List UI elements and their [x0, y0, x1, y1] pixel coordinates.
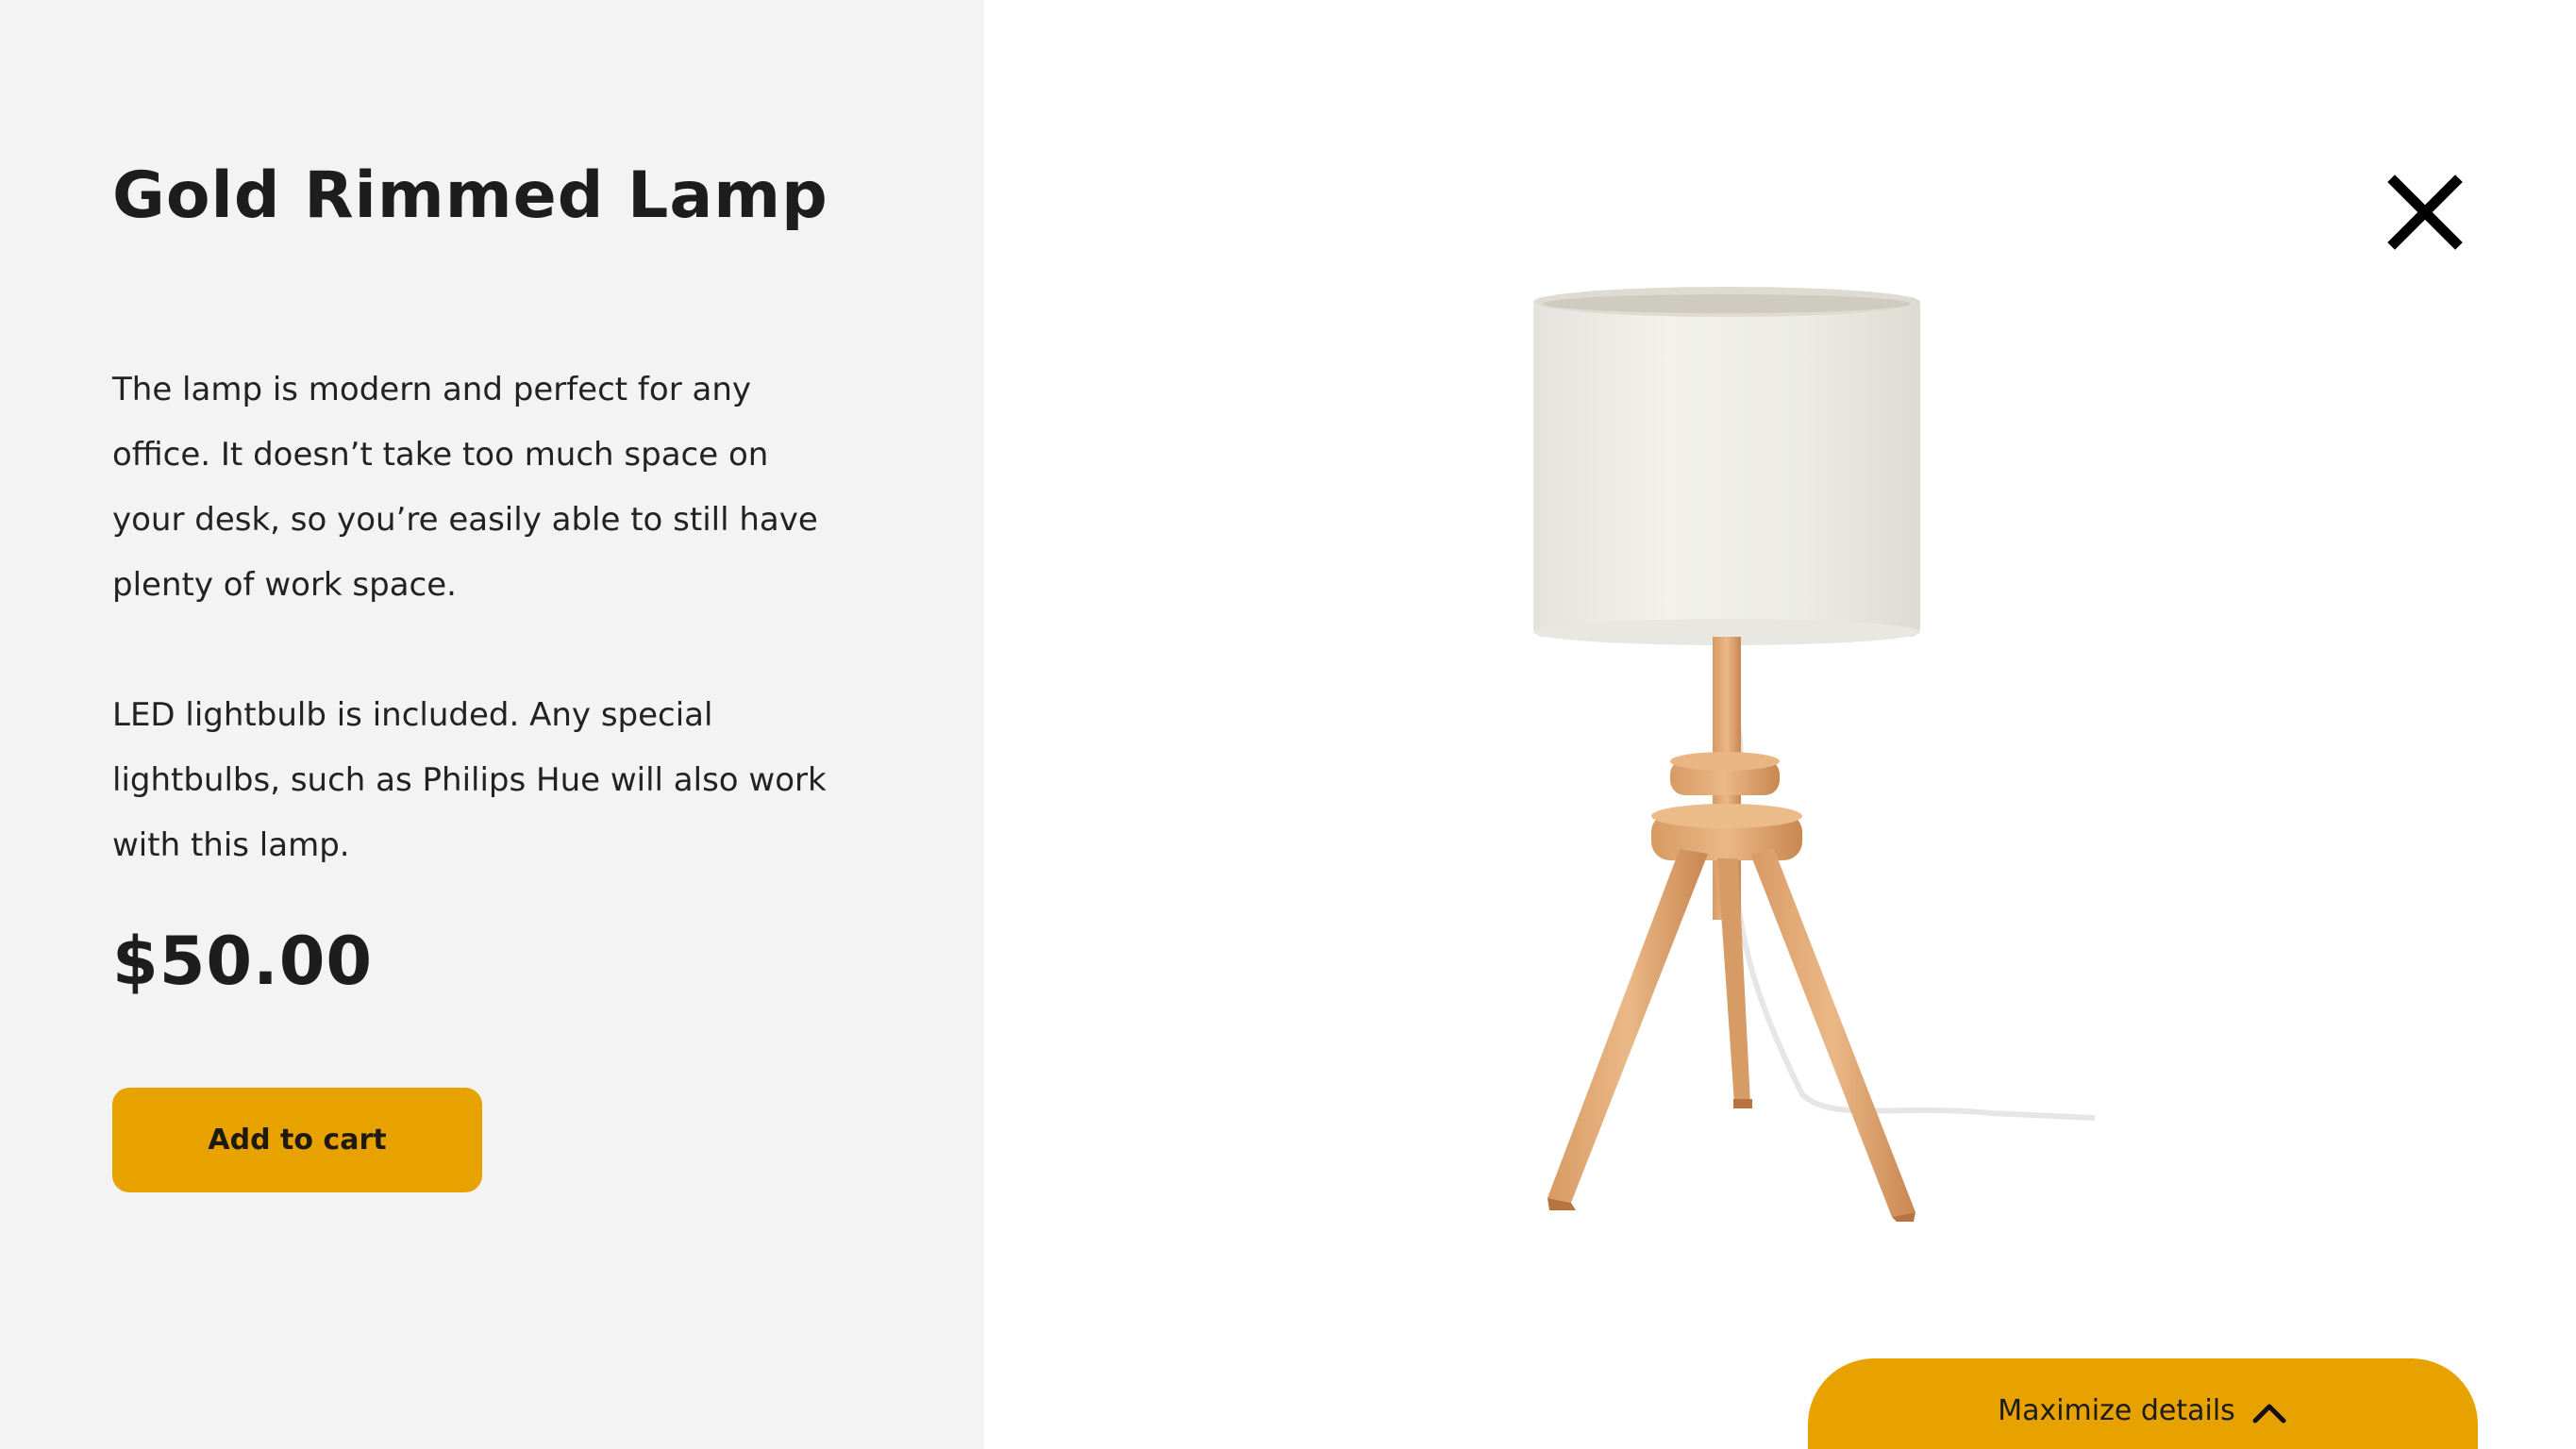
maximize-details-label: Maximize details	[1998, 1394, 2235, 1427]
product-detail-page: Gold Rimmed Lamp The lamp is modern and …	[0, 0, 2576, 1449]
product-details-panel: Gold Rimmed Lamp The lamp is modern and …	[0, 0, 984, 1449]
product-price: $50.00	[112, 923, 374, 1000]
add-to-cart-button[interactable]: Add to cart	[112, 1088, 482, 1192]
product-description-1: The lamp is modern and perfect for any o…	[112, 371, 818, 604]
chevron-up-icon	[2252, 1404, 2286, 1424]
product-title: Gold Rimmed Lamp	[112, 158, 828, 233]
maximize-details-button[interactable]: Maximize details	[1808, 1358, 2478, 1449]
close-icon[interactable]	[2387, 175, 2463, 250]
product-description-2: LED lightbulb is included. Any special l…	[112, 696, 827, 864]
product-image-lamp	[1533, 287, 2096, 1222]
